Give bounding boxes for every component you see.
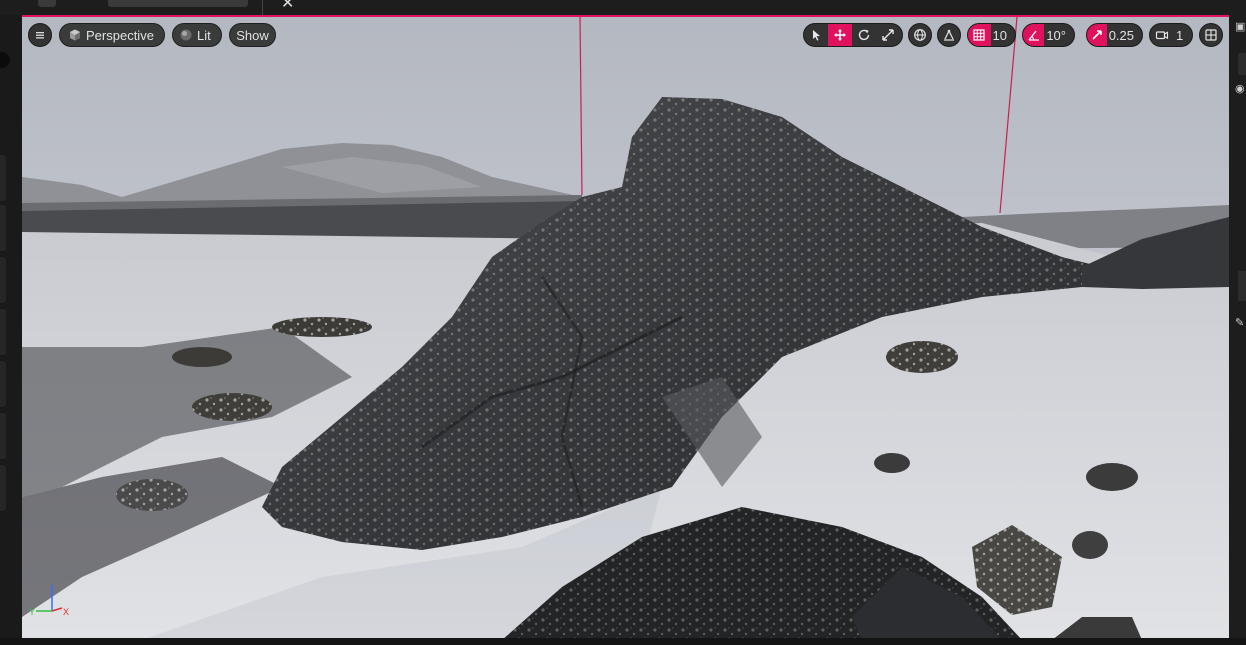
cube-icon — [70, 29, 80, 41]
rotation-snap-group[interactable]: 10° — [1022, 23, 1075, 47]
scale-snap-value[interactable]: 0.25 — [1107, 28, 1142, 43]
globe-icon — [914, 29, 926, 41]
rotation-snap-value[interactable]: 10° — [1044, 28, 1074, 43]
transform-tools-group — [803, 23, 903, 47]
camera-speed-toggle[interactable] — [1150, 24, 1174, 46]
right-dock-panel: ▣ ◉ ✎ — [1229, 15, 1246, 645]
show-flags-button[interactable]: Show — [229, 23, 276, 47]
camera-speed-value[interactable]: 1 — [1174, 28, 1191, 43]
coordinate-space-button[interactable] — [908, 23, 932, 47]
layout-icon — [1205, 29, 1217, 41]
viewport-layout-button[interactable] — [1199, 23, 1223, 47]
dock-tab[interactable] — [0, 361, 6, 407]
camera-icon — [1155, 31, 1169, 40]
dock-tab[interactable] — [0, 413, 6, 459]
hamburger-icon — [36, 32, 44, 39]
panel-icon[interactable]: ▣ — [1235, 21, 1246, 33]
lighting-sphere-icon — [180, 29, 192, 41]
axis-gizmo: Y X — [29, 585, 69, 617]
surface-snapping-button[interactable] — [937, 23, 961, 47]
toolbar-stub[interactable] — [38, 0, 56, 7]
show-flags-label: Show — [236, 27, 269, 43]
view-mode-label: Perspective — [86, 27, 154, 43]
level-viewport[interactable]: Perspective Lit Show 10 10° 0.25 1 Y X — [22, 15, 1229, 640]
angle-icon — [1028, 30, 1039, 41]
dock-tab[interactable] — [1238, 271, 1246, 301]
dock-tab[interactable] — [0, 205, 6, 251]
rotate-icon — [858, 29, 870, 41]
close-icon[interactable]: ✕ — [281, 0, 294, 13]
grid-snap-toggle[interactable] — [968, 24, 991, 46]
toolbar-dropdown-stub[interactable] — [108, 0, 248, 7]
toolbar-divider — [262, 0, 263, 15]
dock-tab[interactable] — [0, 257, 6, 303]
status-strip — [0, 638, 1246, 645]
left-dock-panel — [0, 15, 22, 645]
dock-tab[interactable] — [0, 155, 6, 201]
grid-snap-group[interactable]: 10 — [967, 23, 1016, 47]
grid-snap-value[interactable]: 10 — [991, 28, 1015, 43]
view-mode-button[interactable]: Perspective — [59, 23, 165, 47]
editor-top-strip: ✕ — [0, 0, 1246, 15]
translate-tool-button[interactable] — [828, 24, 852, 46]
rotation-snap-toggle[interactable] — [1023, 24, 1045, 46]
axis-y-label: Y — [29, 607, 35, 617]
dock-tab[interactable] — [0, 309, 6, 355]
eye-icon[interactable]: ◉ — [1235, 83, 1246, 95]
rotate-tool-button[interactable] — [852, 24, 876, 46]
viewport-scene[interactable] — [22, 17, 1229, 640]
camera-speed-group[interactable]: 1 — [1149, 23, 1193, 47]
scale-icon — [882, 29, 894, 41]
viewport-menu-button[interactable] — [28, 23, 52, 47]
translate-icon — [834, 29, 846, 41]
dock-tab[interactable] — [0, 465, 6, 511]
panel-toggle-dot[interactable] — [0, 52, 10, 68]
surface-snap-icon — [944, 29, 954, 41]
select-tool-button[interactable] — [804, 24, 828, 46]
scale-snap-icon — [1092, 30, 1102, 40]
pin-icon[interactable]: ✎ — [1235, 317, 1246, 329]
scale-snap-group[interactable]: 0.25 — [1086, 23, 1143, 47]
select-arrow-icon — [813, 30, 820, 41]
view-lighting-label: Lit — [197, 27, 211, 43]
scale-snap-toggle[interactable] — [1087, 24, 1107, 46]
dock-tab[interactable] — [1238, 53, 1246, 75]
axis-x-label: X — [63, 607, 69, 617]
grid-icon — [973, 29, 985, 41]
scale-tool-button[interactable] — [876, 24, 900, 46]
view-lighting-button[interactable]: Lit — [172, 23, 222, 47]
